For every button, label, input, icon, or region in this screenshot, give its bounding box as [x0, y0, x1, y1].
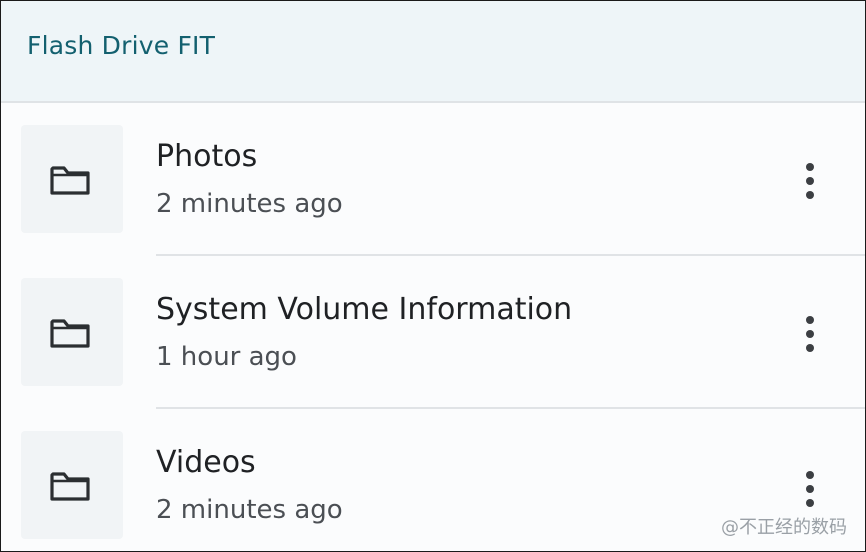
item-modified-time: 1 hour ago [156, 342, 297, 372]
folder-thumbnail [21, 125, 123, 233]
more-options-button[interactable] [791, 156, 829, 206]
drive-title: Flash Drive FIT [27, 31, 216, 60]
app-header: Flash Drive FIT [1, 1, 865, 103]
folder-thumbnail [21, 278, 123, 386]
list-item-system-volume-information[interactable]: System Volume Information 1 hour ago [1, 256, 865, 409]
folder-icon [50, 166, 90, 195]
item-name: Photos [156, 139, 258, 174]
item-name: System Volume Information [156, 292, 573, 327]
item-modified-time: 2 minutes ago [156, 495, 343, 525]
folder-icon [50, 472, 90, 501]
item-name: Videos [156, 445, 256, 480]
more-vert-icon [806, 471, 814, 479]
more-options-button[interactable] [791, 464, 829, 514]
more-options-button[interactable] [791, 309, 829, 359]
file-browser-window: Flash Drive FIT Photos 2 minutes ago Sys… [0, 0, 866, 552]
list-item-photos[interactable]: Photos 2 minutes ago [1, 103, 865, 256]
more-vert-icon [806, 316, 814, 324]
watermark: @不正经的数码 [721, 517, 847, 538]
folder-icon [50, 319, 90, 348]
folder-thumbnail [21, 431, 123, 539]
more-vert-icon [806, 163, 814, 171]
item-modified-time: 2 minutes ago [156, 189, 343, 219]
